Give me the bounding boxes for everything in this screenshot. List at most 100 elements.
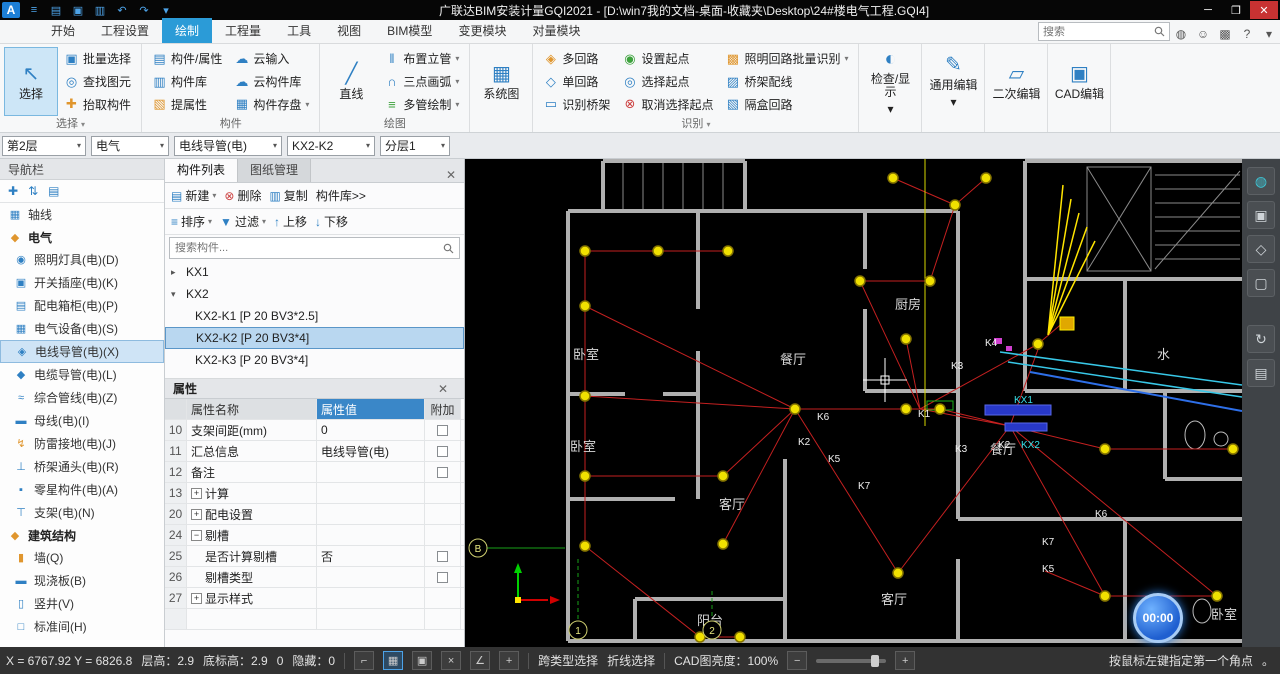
property-group-row[interactable]: 20 + 配电设置 [165,504,464,525]
group-label-identify[interactable]: 识别 ▾ [533,115,858,131]
tab-project-settings[interactable]: 工程设置 [88,18,162,43]
tree-item-kx2-k2[interactable]: KX2-K2 [P 20 BV3*4] [165,327,464,349]
tree-item-kx2[interactable]: ▾ KX2 [165,283,464,305]
redo-icon[interactable]: ↷ [136,4,152,17]
cad-canvas[interactable]: 厨房 卧室 餐厅 水 卧室 客厅 餐厅 客厅 阳台 卧室 K6 K2 K5 K7… [465,159,1242,647]
property-group-row[interactable]: 27 + 显示样式 [165,588,464,609]
collapse-minus-icon[interactable]: − [191,529,202,541]
layer-dropdown[interactable]: 分层1 ▾ [380,135,450,156]
multi-pipe-button[interactable]: ≡ 多管绘制 ▾ [380,93,463,115]
sort-button[interactable]: ≡ 排序 ▾ [171,213,212,230]
component-type-dropdown[interactable]: 电线导管(电) ▾ [174,135,282,156]
select-start-button[interactable]: ◎ 选择起点 [618,71,717,93]
expand-collapse-icon[interactable]: ⇅ [28,184,38,198]
snap-grid-icon[interactable]: ▦ [383,651,404,670]
cloud-library-button[interactable]: ☁ 云构件库 [230,71,313,93]
sidebar-item-cable-conduit[interactable]: ◆ 电缆导管(电)(L) [0,363,164,386]
select-tool-button[interactable]: ↖ 选择 [4,47,58,116]
expand-plus-icon[interactable]: + [191,487,202,499]
sidebar-item-lightning-protection[interactable]: ↯ 防雷接地(电)(J) [0,432,164,455]
tracking-icon[interactable]: + [499,651,520,670]
object-snap-icon[interactable]: × [441,651,462,670]
extract-attr-button[interactable]: ▧ 提属性 [148,93,226,115]
component-search[interactable] [169,237,460,259]
pick-component-button[interactable]: ✚ 抬取构件 [60,93,135,115]
sidebar-item-busbar[interactable]: ▬ 母线(电)(I) [0,409,164,432]
sidebar-item-electrical-equipment[interactable]: ▦ 电气设备(电)(S) [0,317,164,340]
component-library-button[interactable]: ▥ 构件库 [148,71,226,93]
isometric-view-icon[interactable]: ◇ [1247,235,1275,263]
tab-compare-module[interactable]: 对量模块 [519,18,593,43]
sidebar-item-standard-room[interactable]: □ 标准间(H) [0,615,164,638]
tab-change-module[interactable]: 变更模块 [445,18,519,43]
collapse-icon[interactable]: ▾ [171,289,181,300]
tab-view[interactable]: 视图 [324,18,374,43]
close-button[interactable]: ✕ [1250,1,1278,19]
discipline-dropdown[interactable]: 电气 ▾ [91,135,169,156]
attach-checkbox[interactable] [437,571,448,583]
slider-knob[interactable] [871,654,880,667]
sidebar-item-support[interactable]: ⊤ 支架(电)(N) [0,501,164,524]
single-circuit-button[interactable]: ◇ 单回路 [539,71,614,93]
current-component-dropdown[interactable]: KX2-K2 ▾ [287,135,375,156]
sidebar-item-distribution-box[interactable]: ▤ 配电箱柜(电)(P) [0,294,164,317]
tab-tools[interactable]: 工具 [274,18,324,43]
attach-checkbox[interactable] [437,424,448,436]
toolbar-more-icon[interactable]: ▾ [158,4,174,17]
sidebar-item-composite-pipeline[interactable]: ≈ 综合管线(电)(Z) [0,386,164,409]
general-edit-button[interactable]: ✎ 通用编辑 ▾ [926,47,980,116]
expand-plus-icon[interactable]: + [191,592,202,604]
attach-checkbox[interactable] [437,466,448,478]
riser-button[interactable]: ‖ 布置立管 ▾ [380,48,463,70]
box-view-icon[interactable]: ▢ [1247,269,1275,297]
brightness-increase-icon[interactable]: + [895,651,916,670]
sidebar-item-misc-component[interactable]: ▪ 零星构件(电)(A) [0,478,164,501]
properties-close-icon[interactable]: ✕ [430,382,456,396]
cancel-start-button[interactable]: ⊗ 取消选择起点 [618,93,717,115]
sidebar-item-cast-slab[interactable]: ▬ 现浇板(B) [0,569,164,592]
locate-icon[interactable]: ✚ [8,184,18,198]
dynamic-input-icon[interactable]: ▣ [412,651,433,670]
cross-type-select-toggle[interactable]: 跨类型选择 [538,652,598,669]
sidebar-item-tray-fitting[interactable]: ⊥ 桥架通头(电)(R) [0,455,164,478]
tab-bim-model[interactable]: BIM模型 [374,18,445,43]
tab-start[interactable]: 开始 [38,18,88,43]
property-group-row[interactable]: 24 − 剔槽 [165,525,464,546]
save-icon[interactable]: ▣ [70,4,86,17]
brightness-decrease-icon[interactable]: − [787,651,808,670]
panel-close-icon[interactable]: ✕ [438,168,464,182]
notification-icon[interactable]: ◍ [1170,27,1192,41]
tray-wiring-button[interactable]: ▨ 桥架配线 [721,71,852,93]
component-save-button[interactable]: ▦ 构件存盘 ▾ [230,93,313,115]
tab-drawing-management[interactable]: 图纸管理 [238,159,312,182]
property-row[interactable]: 11 汇总信息 电线导管(电) [165,441,464,462]
secondary-edit-button[interactable]: ▱ 二次编辑 [989,47,1043,116]
multi-circuit-button[interactable]: ◈ 多回路 [539,48,614,70]
filter-icon[interactable]: ▤ [48,184,59,198]
property-row[interactable]: 25 是否计算剔槽 否 [165,546,464,567]
property-group-row[interactable]: 13 + 计算 [165,483,464,504]
line-tool-button[interactable]: ╱ 直线 [324,47,378,116]
polyline-select-toggle[interactable]: 折线选择 [607,652,655,669]
sidebar-item-shaft[interactable]: ▯ 竖井(V) [0,592,164,615]
property-row[interactable]: 12 备注 [165,462,464,483]
sidebar-item-lighting[interactable]: ◉ 照明灯具(电)(D) [0,248,164,271]
filter-button[interactable]: ▼ 过滤 ▾ [220,213,266,230]
angle-snap-icon[interactable]: ∠ [470,651,491,670]
system-diagram-button[interactable]: ▦ 系统图 [474,47,528,116]
box-circuit-button[interactable]: ▧ 隔盒回路 [721,93,852,115]
global-search-input[interactable] [1043,25,1154,38]
orbit-view-icon[interactable]: ◍ [1247,167,1275,195]
expand-icon[interactable]: ▸ [171,267,181,278]
property-row[interactable]: 10 支架间距(mm) 0 [165,420,464,441]
ortho-toggle-icon[interactable]: ⌐ [354,651,375,670]
batch-select-button[interactable]: ▣ 批量选择 [60,48,135,70]
floor-dropdown[interactable]: 第2层 ▾ [2,135,86,156]
move-up-button[interactable]: ↑ 上移 [274,213,307,230]
tab-quantity[interactable]: 工程量 [212,18,274,43]
layers-icon[interactable]: ▤ [1247,359,1275,387]
move-down-button[interactable]: ↓ 下移 [315,213,348,230]
print-icon[interactable]: ▥ [92,4,108,17]
copy-component-button[interactable]: ▥ 复制 [269,187,307,204]
view-2d3d-toggle-icon[interactable]: ▣ [1247,201,1275,229]
